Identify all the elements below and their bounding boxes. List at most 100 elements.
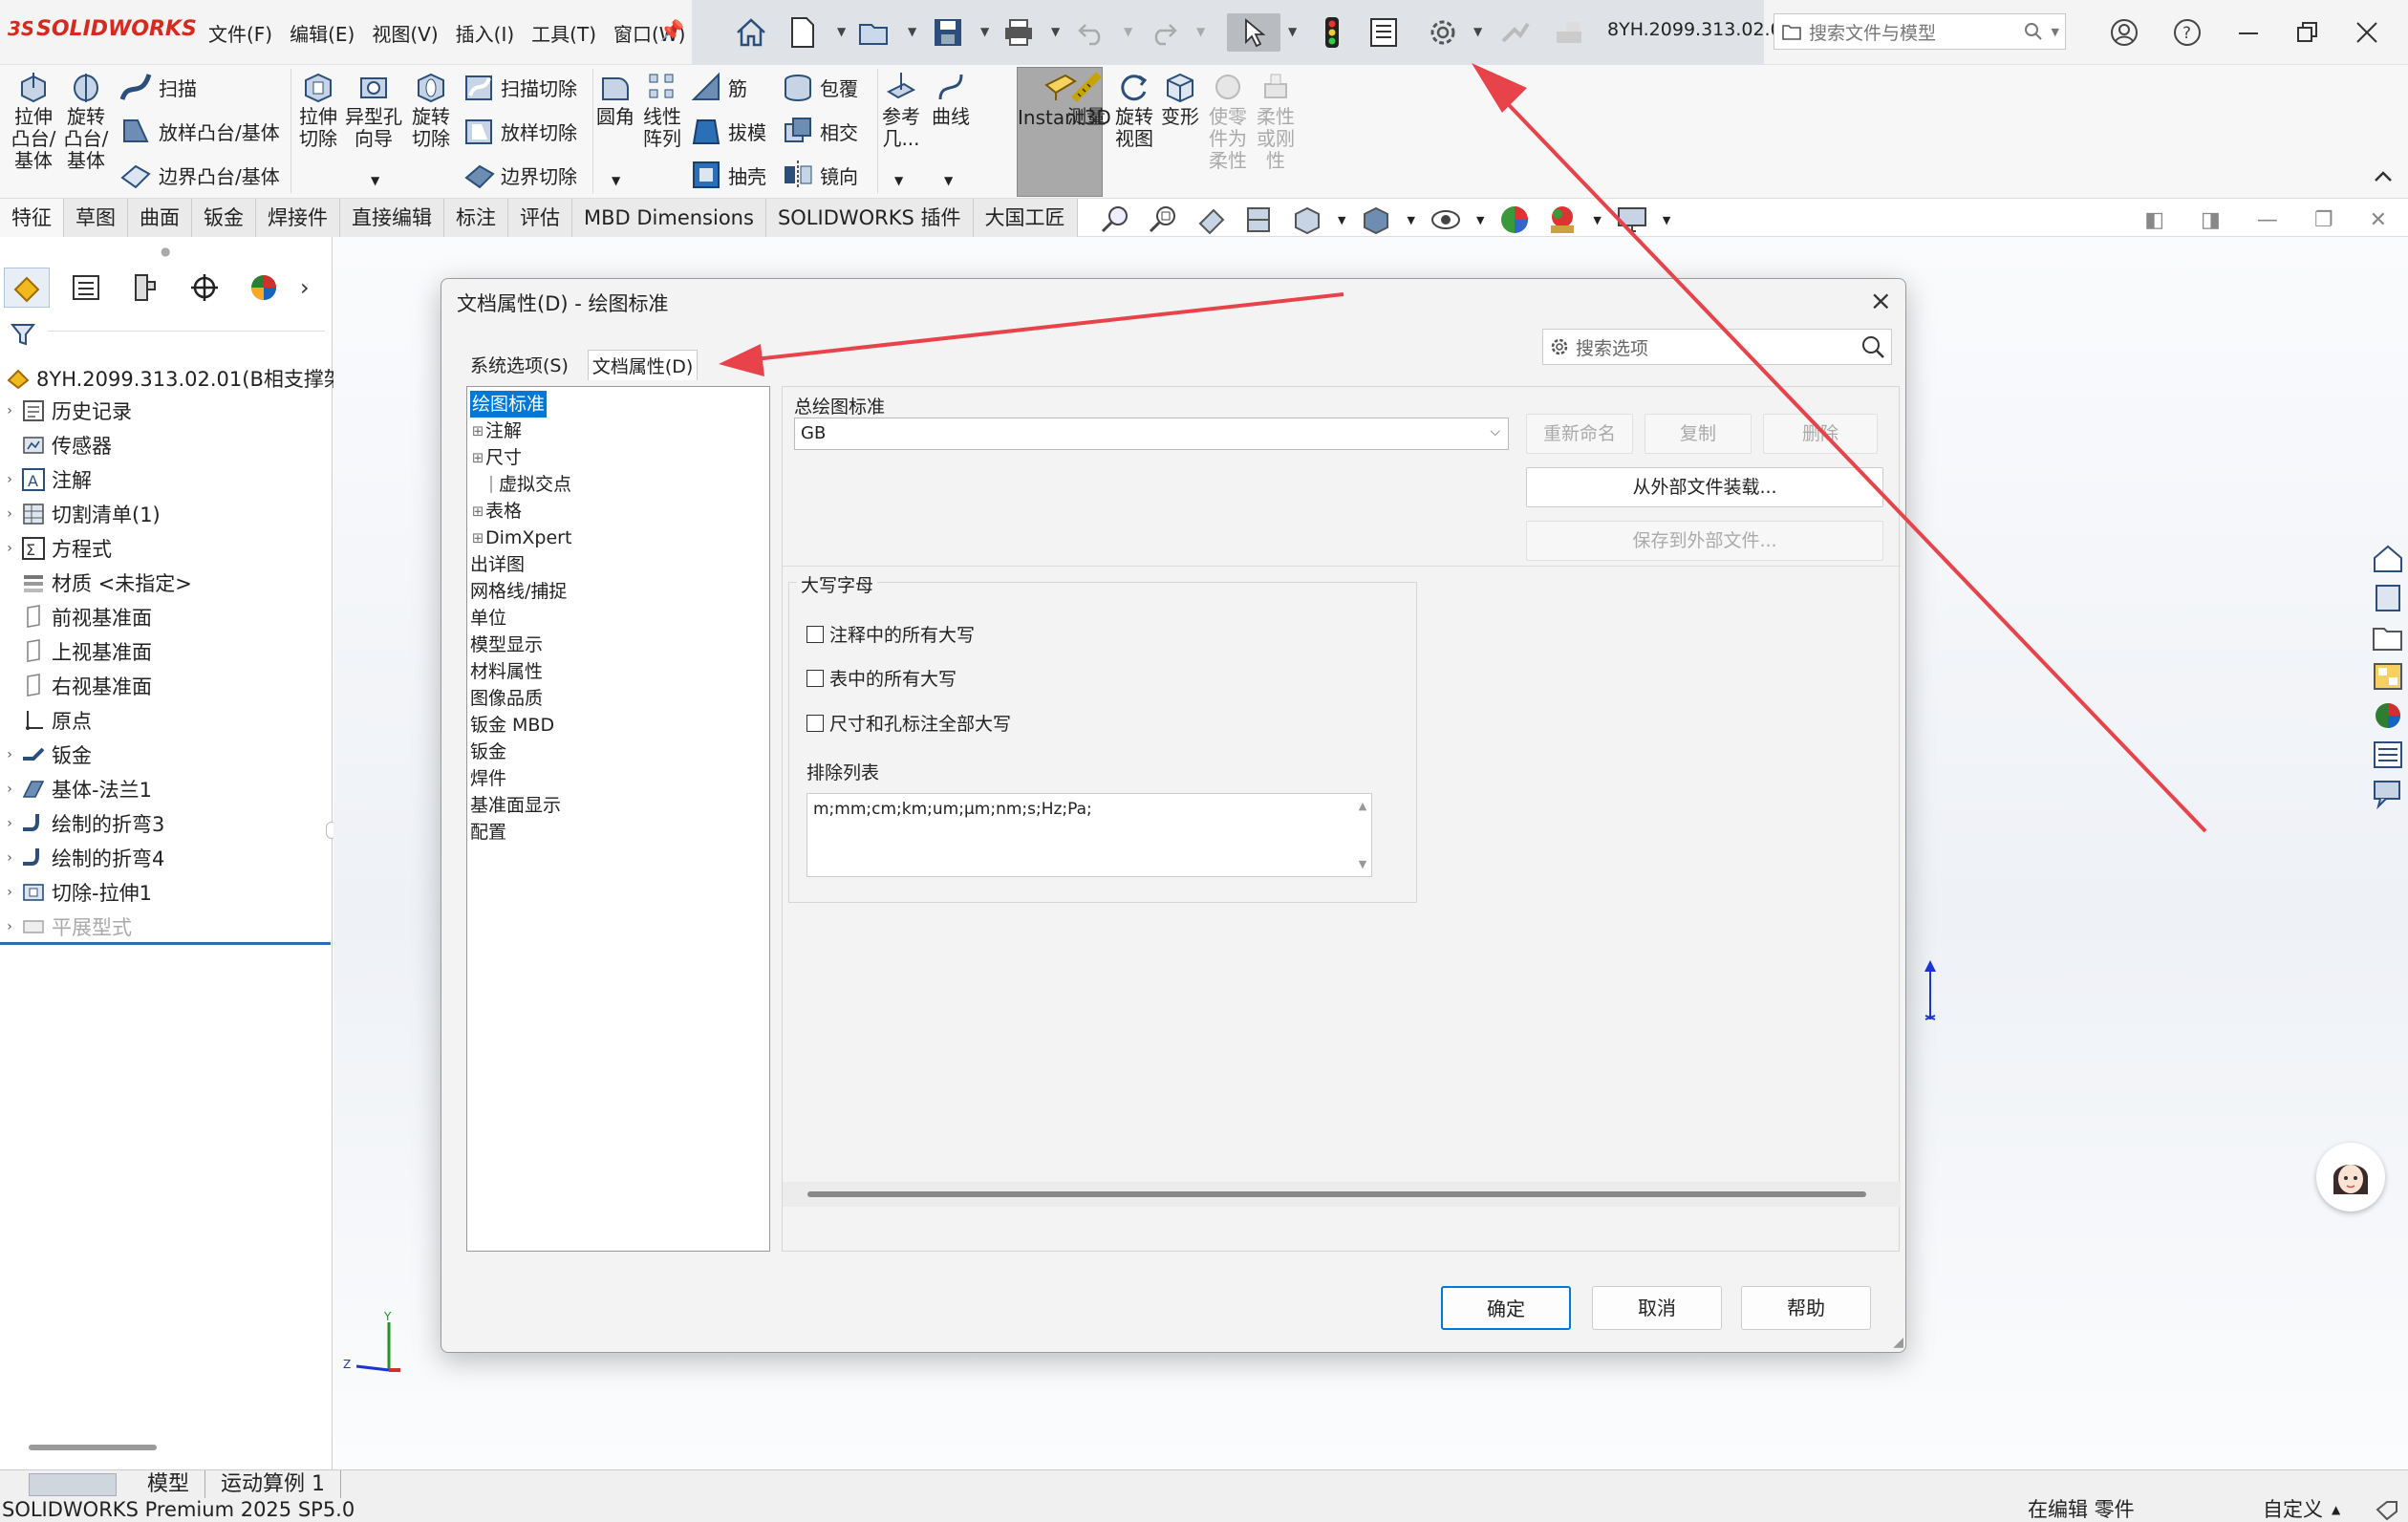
options-search-input[interactable]: 搜索选项 [1542,329,1892,365]
expand-arrow-icon[interactable]: › [0,403,19,418]
save-dropdown-icon[interactable]: ▼ [980,25,989,38]
tab-scroll-arrows[interactable] [29,1472,117,1496]
feature-manager-tab-icon[interactable] [4,268,50,308]
tab-evaluate[interactable]: 评估 [508,199,572,237]
tab-sheet-metal[interactable]: 钣金 [192,199,256,237]
select-dropdown-icon[interactable]: ▼ [1288,25,1297,38]
solidworks-resources-icon[interactable] [2371,543,2405,575]
tree-expand-plus-icon[interactable]: ⊞ [470,498,485,525]
forum-icon[interactable] [2371,778,2405,810]
print-dropdown-icon[interactable]: ▼ [1051,25,1060,38]
assistant-avatar[interactable] [2316,1143,2385,1211]
checkbox-box[interactable] [806,714,824,732]
tree-item[interactable]: › 平展型式 [0,910,331,944]
deform-button[interactable]: 变形 [1158,71,1202,128]
caps-dimensions-checkbox[interactable]: 尺寸和孔标注全部大写 [806,710,1011,736]
home-icon[interactable] [730,13,772,52]
tree-item[interactable]: 原点 [0,703,331,738]
tree-expand-plus-icon[interactable]: ⊞ [470,418,485,444]
dimxpert-tab-icon[interactable] [182,268,227,308]
filter-icon[interactable] [10,321,36,348]
options-tree-item[interactable]: ⊞ 表格 [470,498,766,525]
delete-button[interactable]: 删除 [1763,414,1878,454]
tab-sketch[interactable]: 草图 [64,199,128,237]
options-tree-item[interactable]: 图像品质 [470,685,766,712]
flexible-rigid-button[interactable]: 柔性 或刚 性 [1254,71,1298,172]
fillet-button[interactable]: 圆角 [592,71,638,128]
measure-button[interactable]: 测量 [1063,71,1110,128]
rotate-view-button[interactable]: 旋转 视图 [1108,71,1160,150]
apply-scene-dropdown-icon[interactable]: ▼ [1593,214,1601,226]
expand-arrow-icon[interactable]: › [0,747,19,762]
file-properties-icon[interactable] [1363,13,1405,52]
mate-tool-icon[interactable] [1494,13,1537,52]
exclusion-scrollbar[interactable]: ▲ ▼ [1354,794,1371,876]
tree-expand-plus-icon[interactable]: ⊞ [470,444,485,471]
loft-boss-button[interactable]: 放样凸台/基体 [118,115,280,147]
tree-item[interactable]: › 切割清单(1) [0,497,331,531]
draft-button[interactable]: 拔模 [690,115,766,147]
checkbox-box[interactable] [806,669,824,687]
reference-geometry-button[interactable]: 参考 几... [877,71,925,150]
tree-item[interactable]: 前视基准面 [0,600,331,634]
configuration-manager-tab-icon[interactable] [122,268,168,308]
expand-arrow-icon[interactable]: › [0,885,19,900]
hide-show-dropdown-icon[interactable]: ▼ [1476,214,1484,226]
tree-item[interactable]: › 基体-法兰1 [0,772,331,806]
display-manager-tab-icon[interactable] [241,268,287,308]
menu-insert[interactable]: 插入(I) [456,19,515,47]
tab-document-properties[interactable]: 文档属性(D) [587,350,699,380]
expand-arrow-icon[interactable]: › [0,816,19,831]
options-tree-item[interactable]: 模型显示 [470,632,766,658]
options-tree-item[interactable]: 焊件 [470,765,766,792]
options-search-icon[interactable] [1860,334,1885,359]
tree-item[interactable]: › A 注解 [0,462,331,497]
expand-arrow-icon[interactable]: › [0,541,19,556]
ok-button[interactable]: 确定 [1441,1286,1571,1330]
exclusion-list-textarea[interactable]: m;mm;cm;km;um;µm;nm;s;Hz;Pa; ▲ ▼ [806,793,1372,877]
tab-mbd-dimensions[interactable]: MBD Dimensions [572,199,766,237]
expand-arrow-icon[interactable]: › [0,472,19,487]
tab-direct-editing[interactable]: 直接编辑 [340,199,444,237]
doc-minimize-icon[interactable]: — [2257,208,2278,232]
pin-icon[interactable]: 📌 [659,19,684,43]
search-dropdown-icon[interactable]: ▼ [2052,26,2065,38]
sweep-button[interactable]: 扫描 [118,71,197,103]
collapse-ribbon-icon[interactable] [2372,166,2395,185]
tab-weldments[interactable]: 焊接件 [256,199,340,237]
tree-root-part[interactable]: 8YH.2099.313.02.01(B相支撑架 [4,361,344,396]
hide-show-items-icon[interactable] [1429,203,1463,237]
view-settings-icon[interactable] [1615,203,1649,237]
new-dropdown-icon[interactable]: ▼ [837,25,846,38]
assembly-tool-icon[interactable] [1548,13,1590,52]
options-tree-item[interactable]: 配置 [470,819,766,846]
extrude-boss-button[interactable]: 拉伸 凸台/ 基体 [4,71,63,172]
open-document-icon[interactable] [854,13,896,52]
swept-cut-button[interactable]: 扫描切除 [462,71,577,103]
options-tree-item[interactable]: 钣金 MBD [470,712,766,739]
print-icon[interactable] [998,13,1040,52]
overall-standard-select[interactable]: GB ⌵ [794,418,1509,450]
restore-icon[interactable] [2295,20,2320,45]
options-tree-item[interactable]: 钣金 [470,739,766,765]
menu-tools[interactable]: 工具(T) [531,19,596,47]
tab-markup[interactable]: 标注 [444,199,508,237]
options-tree-item[interactable]: 材料属性 [470,658,766,685]
rib-button[interactable]: 筋 [690,71,747,103]
tree-item[interactable]: 上视基准面 [0,634,331,669]
options-tree-item[interactable]: ⊞ 注解 [470,418,766,444]
view-orientation-dropdown-icon[interactable]: ▼ [1338,214,1345,226]
tab-surfaces[interactable]: 曲面 [128,199,192,237]
options-tree-item[interactable]: 出详图 [470,551,766,578]
appearances-scenes-icon[interactable] [2371,699,2405,732]
tree-item[interactable]: › 钣金 [0,738,331,772]
open-dropdown-icon[interactable]: ▼ [908,25,916,38]
options-tree-item[interactable]: 绘图标准 [470,391,766,418]
zoom-to-fit-icon[interactable] [1099,203,1133,237]
boundary-cut-button[interactable]: 边界切除 [462,159,577,191]
tag-icon[interactable] [2376,1500,2398,1521]
display-style-dropdown-icon[interactable]: ▼ [1407,214,1414,226]
curves-dropdown-icon[interactable]: ▼ [944,174,953,187]
tree-item[interactable]: › 切除-拉伸1 [0,875,331,910]
tree-item[interactable]: › Σ 方程式 [0,531,331,566]
